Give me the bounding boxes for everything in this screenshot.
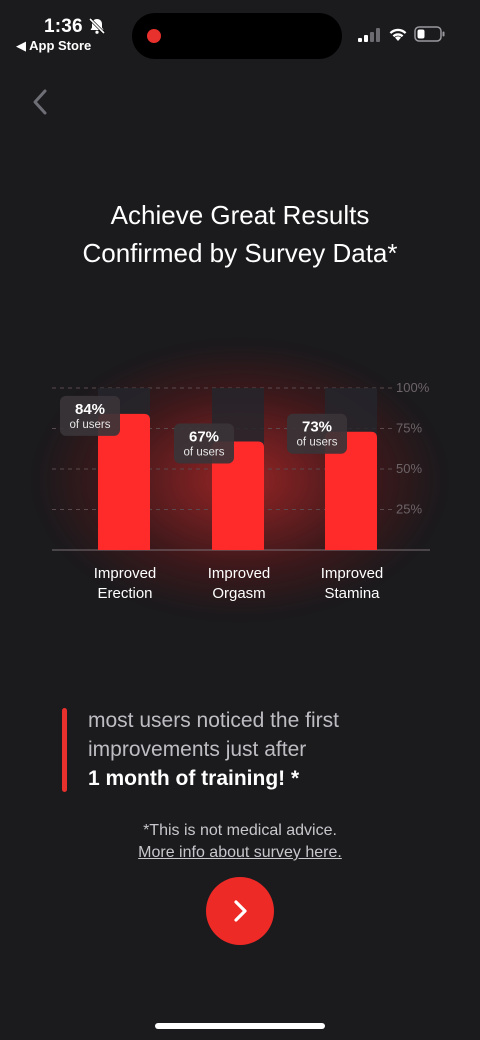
data-sublabel: of users — [297, 437, 338, 449]
next-button[interactable] — [206, 877, 274, 945]
recording-indicator — [147, 29, 161, 43]
back-to-app-store[interactable]: ◀ App Store — [16, 38, 91, 54]
y-tick-label: 100% — [396, 380, 430, 395]
x-tick-label: Stamina — [324, 585, 380, 602]
wifi-icon — [389, 28, 407, 41]
title-line-2: Confirmed by Survey Data* — [82, 238, 398, 268]
back-button[interactable] — [24, 86, 56, 118]
x-tick-label: Improved — [94, 565, 157, 582]
chevron-right-icon — [234, 900, 247, 922]
x-tick-label: Erection — [97, 585, 152, 602]
y-tick-label: 75% — [396, 421, 422, 436]
quote-line-1: most users noticed the first — [88, 709, 339, 732]
battery-icon — [414, 26, 445, 42]
quote-line-3: 1 month of training! * — [88, 767, 300, 790]
quote-text: most users noticed the first improvement… — [88, 706, 448, 793]
dynamic-island — [132, 13, 342, 59]
survey-bar-chart: 100%75%50%25%84%of usersImprovedErection… — [52, 380, 430, 602]
data-sublabel: of users — [184, 446, 225, 458]
data-label: 73% — [302, 419, 332, 436]
disclaimer: *This is not medical advice. More info a… — [0, 820, 480, 864]
title-line-1: Achieve Great Results — [110, 200, 370, 230]
x-tick-label: Improved — [208, 565, 271, 582]
x-tick-label: Improved — [321, 565, 384, 582]
quote-accent-bar — [62, 708, 67, 792]
page-title: Achieve Great Results Confirmed by Surve… — [0, 196, 480, 272]
data-label: 84% — [75, 401, 105, 418]
signal-icon — [358, 28, 380, 42]
data-sublabel: of users — [70, 419, 111, 431]
disclaimer-text: *This is not medical advice. — [143, 822, 337, 839]
data-label: 67% — [189, 428, 219, 445]
home-indicator — [155, 1023, 325, 1029]
chevron-left-icon — [33, 89, 47, 115]
y-tick-label: 25% — [396, 502, 422, 517]
quote-line-2: improvements just after — [88, 738, 307, 761]
x-tick-label: Orgasm — [212, 585, 265, 602]
status-time: 1:36 — [44, 16, 83, 37]
survey-info-link[interactable]: More info about survey here. — [138, 844, 342, 861]
bell-slash-icon — [88, 17, 106, 35]
y-tick-label: 50% — [396, 461, 422, 476]
